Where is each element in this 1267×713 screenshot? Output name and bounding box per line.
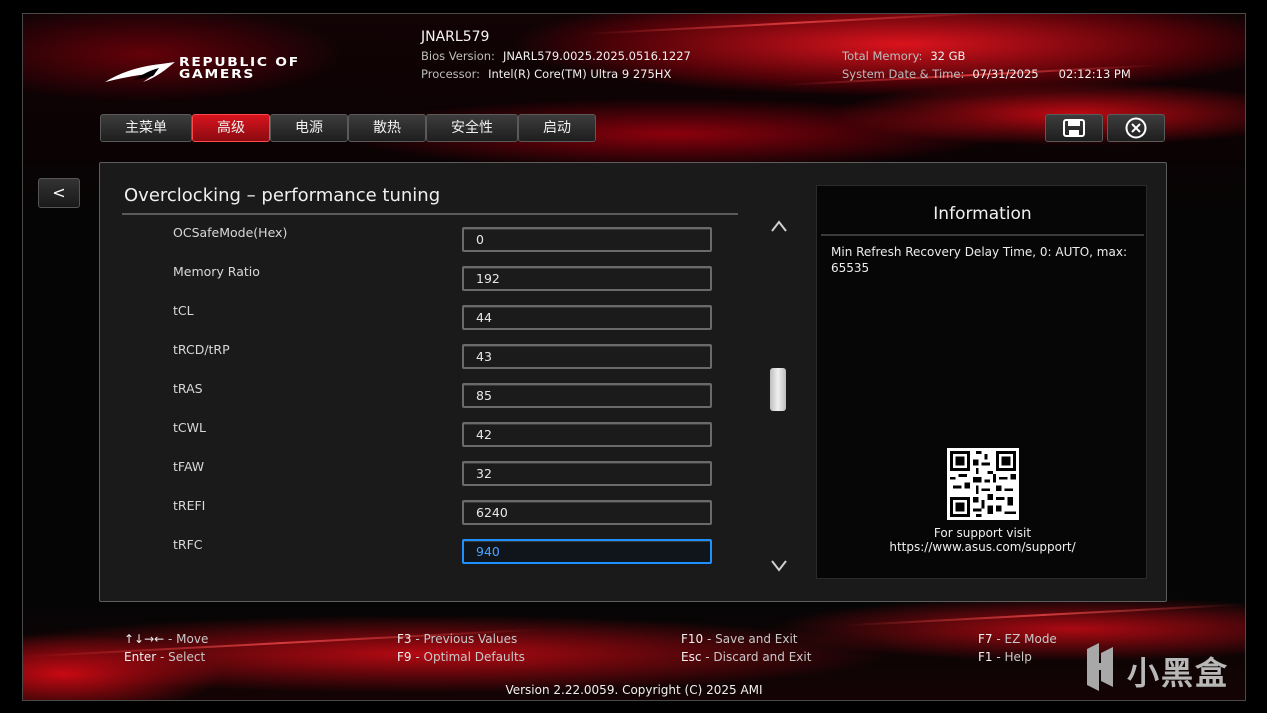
- hint-f3-label: - Previous Values: [411, 632, 518, 646]
- model-name: JNARL579: [421, 29, 490, 45]
- hint-move: ↑↓→← - Move: [124, 632, 208, 646]
- setting-input-trcd-trp[interactable]: 43: [462, 344, 712, 369]
- processor-line: Processor: Intel(R) Core(TM) Ultra 9 275H…: [421, 67, 671, 81]
- hint-select: Enter - Select: [124, 650, 205, 664]
- setting-input-tcwl[interactable]: 42: [462, 422, 712, 447]
- bios-version-label: Bios Version:: [421, 49, 495, 63]
- bios-frame: REPUBLIC OF GAMERS JNARL579 Bios Version…: [22, 13, 1246, 701]
- bios-screen: REPUBLIC OF GAMERS JNARL579 Bios Version…: [0, 0, 1267, 713]
- datetime-line: System Date & Time: 07/31/2025 02:12:13 PM: [842, 67, 1131, 81]
- datetime-label: System Date & Time:: [842, 67, 965, 81]
- settings-panel: Overclocking – performance tuning OCSafe…: [99, 162, 1167, 602]
- tab-thermal[interactable]: 散热: [348, 114, 426, 142]
- watermark-text: 小黑盒: [1127, 654, 1230, 692]
- info-title: Information: [933, 204, 1032, 224]
- scroll-down-icon[interactable]: [770, 559, 788, 573]
- decor-streak: [583, 14, 1003, 36]
- bios-version-value: JNARL579.0025.2025.0516.1227: [502, 49, 691, 63]
- setting-label-memory-ratio: Memory Ratio: [173, 264, 260, 279]
- close-circle-icon: [1125, 117, 1147, 139]
- rog-logo-text: REPUBLIC OF GAMERS: [179, 56, 300, 80]
- logo-text-line2: GAMERS: [179, 67, 256, 81]
- hint-enter-label: - Select: [156, 650, 206, 664]
- hint-enter-key: Enter: [124, 650, 157, 664]
- hint-move-label: - Move: [164, 632, 209, 646]
- information-panel: Information Min Refresh Recovery Delay T…: [816, 185, 1147, 579]
- tab-advanced[interactable]: 高级: [192, 114, 270, 142]
- setting-label-tcl: tCL: [173, 303, 194, 318]
- total-memory-value: 32 GB: [930, 49, 966, 63]
- system-time[interactable]: 02:12:13 PM: [1059, 67, 1131, 81]
- section-title: Overclocking – performance tuning: [124, 185, 441, 206]
- hint-f10-label: - Save and Exit: [703, 632, 798, 646]
- info-divider: [821, 234, 1144, 236]
- setting-label-tfaw: tFAW: [173, 459, 205, 474]
- setting-input-trefi[interactable]: 6240: [462, 500, 712, 525]
- hint-f7-label: - EZ Mode: [992, 632, 1057, 646]
- setting-input-tcl[interactable]: 44: [462, 305, 712, 330]
- hint-discard-exit[interactable]: Esc - Discard and Exit: [681, 650, 811, 664]
- exit-button[interactable]: [1107, 114, 1165, 142]
- hint-ez-mode[interactable]: F7 - EZ Mode: [978, 632, 1057, 646]
- setting-input-tfaw[interactable]: 32: [462, 461, 712, 486]
- info-description: Min Refresh Recovery Delay Time, 0: AUTO…: [831, 245, 1127, 275]
- tab-security[interactable]: 安全性: [426, 114, 518, 142]
- scrollbar-thumb[interactable]: [770, 368, 786, 411]
- version-footer: Version 2.22.0059. Copyright (C) 2025 AM…: [505, 683, 763, 697]
- save-icon: [1063, 119, 1085, 137]
- setting-label-tcwl: tCWL: [173, 420, 206, 435]
- title-divider: [122, 213, 738, 215]
- processor-value: Intel(R) Core(TM) Ultra 9 275HX: [488, 67, 672, 81]
- hint-help[interactable]: F1 - Help: [978, 650, 1032, 664]
- tab-boot[interactable]: 启动: [518, 114, 596, 142]
- processor-label: Processor:: [421, 67, 481, 81]
- hint-esc-label: - Discard and Exit: [701, 650, 812, 664]
- hint-previous-values[interactable]: F3 - Previous Values: [397, 632, 517, 646]
- bios-version-line: Bios Version: JNARL579.0025.2025.0516.122…: [421, 49, 691, 63]
- hint-save-exit[interactable]: F10 - Save and Exit: [681, 632, 798, 646]
- hint-f10-key: F10: [681, 632, 704, 646]
- hint-f1-key: F1: [978, 650, 993, 664]
- setting-input-memory-ratio[interactable]: 192: [462, 266, 712, 291]
- setting-label-ocsafemode: OCSafeMode(Hex): [173, 225, 288, 240]
- hint-f1-label: - Help: [992, 650, 1032, 664]
- support-url: https://www.asus.com/support/: [889, 540, 1076, 554]
- setting-label-tras: tRAS: [173, 381, 203, 396]
- scroll-up-icon[interactable]: [770, 219, 788, 233]
- hint-f3-key: F3: [397, 632, 412, 646]
- setting-input-ocsafemode[interactable]: 0: [462, 227, 712, 252]
- xiaoheihe-logo-icon: [1087, 643, 1113, 691]
- tab-power[interactable]: 电源: [270, 114, 348, 142]
- hint-move-key: ↑↓→←: [124, 632, 165, 646]
- setting-input-trfc[interactable]: 940: [462, 539, 712, 564]
- hint-f7-key: F7: [978, 632, 993, 646]
- save-button[interactable]: [1045, 114, 1103, 142]
- support-text: For support visit: [933, 526, 1032, 540]
- hint-esc-key: Esc: [681, 650, 702, 664]
- total-memory-label: Total Memory:: [842, 49, 923, 63]
- setting-label-trcd-trp: tRCD/tRP: [173, 342, 230, 357]
- qr-code-icon: [947, 448, 1019, 520]
- system-date[interactable]: 07/31/2025: [972, 67, 1038, 81]
- setting-label-trefi: tREFI: [173, 498, 206, 513]
- total-memory-line: Total Memory: 32 GB: [842, 49, 965, 63]
- back-button[interactable]: <: [38, 178, 80, 208]
- tab-main[interactable]: 主菜单: [100, 114, 192, 142]
- setting-input-tras[interactable]: 85: [462, 383, 712, 408]
- setting-label-trfc: tRFC: [173, 537, 203, 552]
- hint-f9-key: F9: [397, 650, 412, 664]
- hint-optimal-defaults[interactable]: F9 - Optimal Defaults: [397, 650, 525, 664]
- decor-streak: [843, 603, 1243, 627]
- hint-f9-label: - Optimal Defaults: [411, 650, 525, 664]
